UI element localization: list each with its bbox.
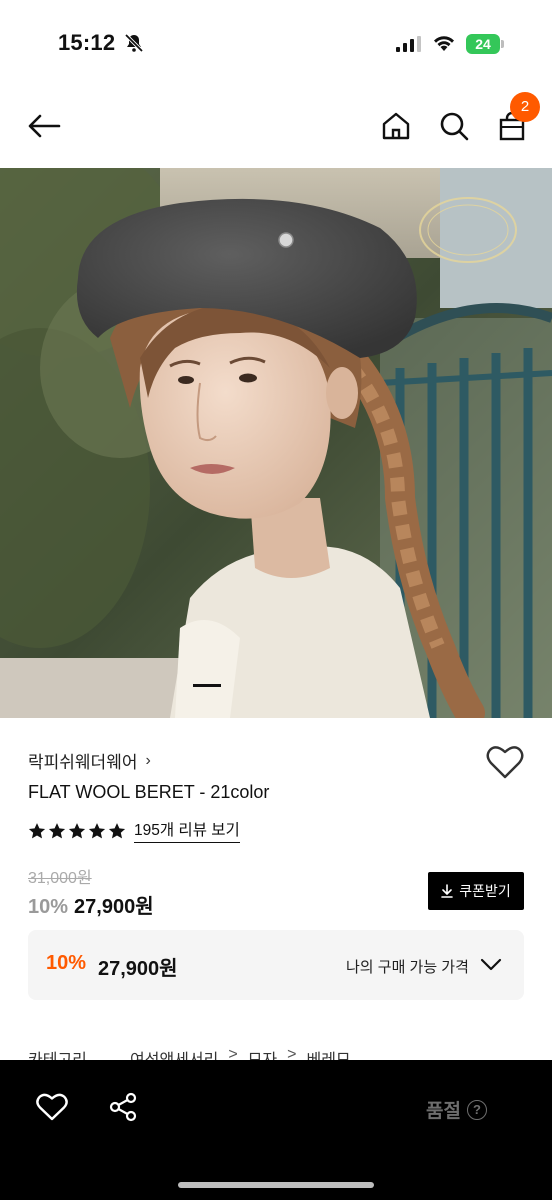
share-icon[interactable] [108,1092,138,1122]
battery-cap [501,40,504,48]
product-name: FLAT WOOL BERET - 21color [28,782,270,802]
back-arrow-icon [28,114,61,138]
home-icon [382,112,410,140]
soldout-label: 품절 [426,1101,461,1122]
help-icon[interactable]: ? [466,1099,487,1120]
product-image[interactable] [0,168,552,718]
rating-row: 195개 리뷰 보기 [28,818,240,843]
sale-rate: 10% [28,896,69,918]
download-icon [441,884,454,898]
star-icon [108,822,126,838]
coupon-button-label: 쿠폰받기 [459,883,511,899]
star-icon [48,822,66,838]
brand-name: 락피쉬웨더웨어 [28,753,138,772]
back-button[interactable] [24,106,64,146]
star-icon [88,822,106,838]
wifi-icon [434,36,454,51]
signal-icon [396,36,421,52]
my-price-rate: 10% [46,952,87,974]
heart-icon[interactable] [36,1092,68,1122]
carousel-indicator [193,684,221,687]
wishlist-heart-icon[interactable] [486,744,524,780]
status-time: 15:12 [58,30,116,55]
product-photo [0,168,552,718]
search-icon [440,112,469,141]
sale-price-row: 10% 27,900원 [28,890,154,919]
coupon-button[interactable]: 쿠폰받기 [428,872,524,910]
soldout-status: 품절 ? [426,1096,487,1123]
my-price-panel[interactable]: 10% 27,900원 나의 구매 가능 가격 [28,930,524,1000]
home-indicator [178,1182,374,1188]
cart-count-badge: 2 [510,92,540,122]
star-icon [68,822,86,838]
battery-level: 24 [466,34,500,54]
star-icon [28,822,46,838]
home-button[interactable] [376,106,416,146]
bottom-action-bar: 품절 ? [0,1060,552,1200]
review-link[interactable]: 195개 리뷰 보기 [134,818,240,843]
chevron-down-icon [480,958,502,971]
bell-off-icon [124,33,144,53]
status-bar: 15:12 24 [0,0,552,88]
search-button[interactable] [434,106,474,146]
battery-icon: 24 [466,34,504,54]
chevron-right-icon: › [145,751,151,769]
original-price: 31,000원 [28,870,92,887]
my-price-value: 27,900원 [98,958,178,980]
sale-price: 27,900원 [74,896,154,918]
app-header [0,88,552,168]
my-price-label: 나의 구매 가능 가격 [346,959,469,976]
brand-link[interactable]: 락피쉬웨더웨어 › [28,748,151,773]
